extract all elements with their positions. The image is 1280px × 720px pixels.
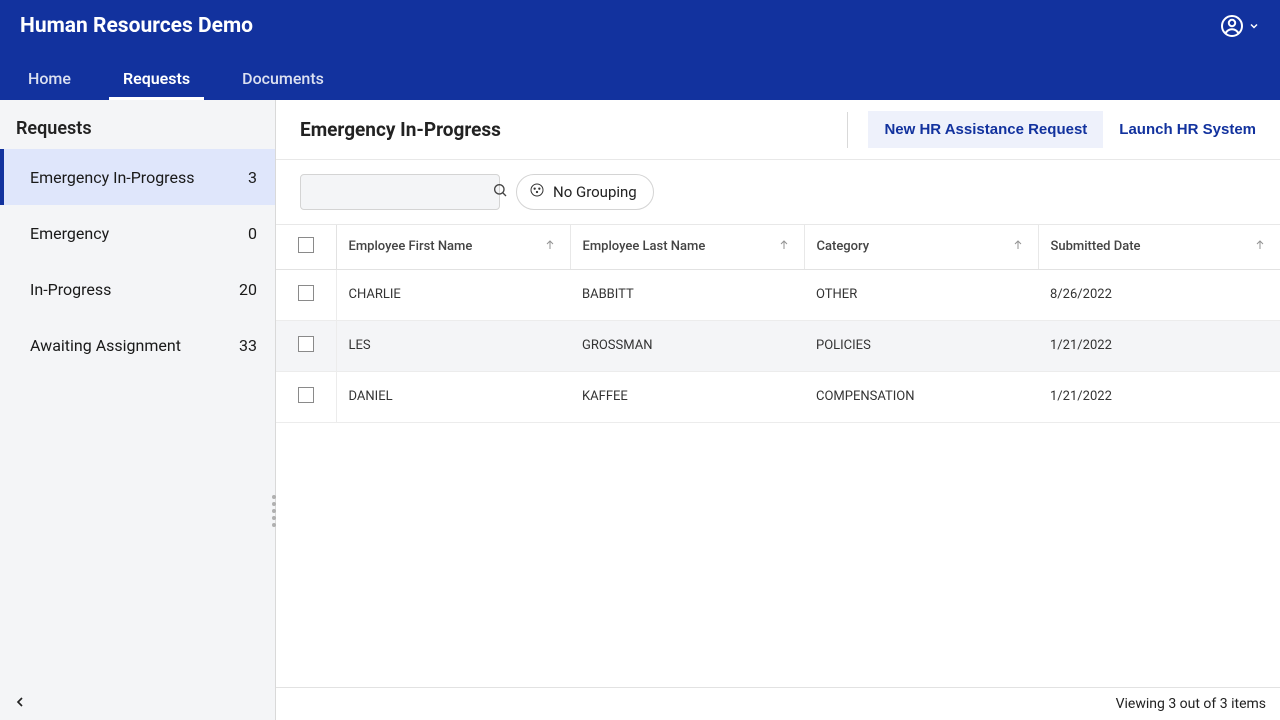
top-bar: Human Resources Demo Home Requests Docum… (0, 0, 1280, 100)
checkbox-icon (298, 237, 314, 253)
row-select[interactable] (276, 371, 336, 422)
col-label: Submitted Date (1051, 239, 1141, 254)
page-title: Emergency In-Progress (300, 118, 847, 141)
nav-documents[interactable]: Documents (242, 69, 324, 100)
sort-asc-icon (778, 239, 790, 255)
cell-first-name: CHARLIE (336, 269, 570, 320)
new-hr-request-button[interactable]: New HR Assistance Request (868, 111, 1103, 148)
sidebar-item-count: 33 (239, 336, 257, 355)
grouping-icon (529, 182, 545, 202)
app-title: Human Resources Demo (20, 14, 1220, 38)
sidebar-item-label: Emergency In-Progress (30, 168, 194, 187)
table-row[interactable]: LES GROSSMAN POLICIES 1/21/2022 (276, 320, 1280, 371)
launch-hr-system-button[interactable]: Launch HR System (1119, 121, 1256, 138)
cell-last-name: GROSSMAN (570, 320, 804, 371)
sidebar-item-emergency[interactable]: Emergency 0 (0, 205, 275, 261)
checkbox-icon (298, 336, 314, 352)
toolbar: No Grouping (276, 160, 1280, 225)
cell-date: 1/21/2022 (1038, 371, 1280, 422)
cell-first-name: LES (336, 320, 570, 371)
col-label: Employee Last Name (583, 239, 706, 254)
search-input[interactable] (311, 184, 492, 200)
sidebar-item-count: 20 (239, 280, 257, 299)
divider (847, 112, 848, 148)
sort-asc-icon (1012, 239, 1024, 255)
user-menu[interactable] (1220, 14, 1260, 38)
checkbox-icon (298, 285, 314, 301)
sort-asc-icon (1254, 239, 1266, 255)
sidebar-item-label: Awaiting Assignment (30, 336, 181, 355)
checkbox-icon (298, 387, 314, 403)
sidebar-resize-handle[interactable] (272, 495, 278, 527)
cell-last-name: BABBITT (570, 269, 804, 320)
sidebar: Requests Emergency In-Progress 3 Emergen… (0, 100, 276, 720)
sidebar-item-label: In-Progress (30, 280, 111, 299)
row-select[interactable] (276, 269, 336, 320)
sidebar-item-count: 3 (248, 168, 257, 187)
col-category[interactable]: Category (804, 225, 1038, 269)
search-box[interactable] (300, 174, 500, 210)
cell-date: 1/21/2022 (1038, 320, 1280, 371)
requests-table: Employee First Name Employee Last Name (276, 225, 1280, 423)
sidebar-title: Requests (0, 100, 275, 149)
sidebar-list: Emergency In-Progress 3 Emergency 0 In-P… (0, 149, 275, 684)
cell-category: POLICIES (804, 320, 1038, 371)
search-icon (492, 182, 508, 202)
sidebar-item-count: 0 (248, 224, 257, 243)
nav-requests[interactable]: Requests (123, 69, 190, 100)
grouping-label: No Grouping (553, 183, 637, 201)
sidebar-item-emergency-in-progress[interactable]: Emergency In-Progress 3 (0, 149, 275, 205)
cell-category: COMPENSATION (804, 371, 1038, 422)
cell-first-name: DANIEL (336, 371, 570, 422)
cell-category: OTHER (804, 269, 1038, 320)
col-label: Employee First Name (349, 239, 473, 254)
chevron-down-icon (1248, 20, 1260, 32)
sidebar-item-label: Emergency (30, 224, 109, 243)
col-last-name[interactable]: Employee Last Name (570, 225, 804, 269)
col-first-name[interactable]: Employee First Name (336, 225, 570, 269)
cell-last-name: KAFFEE (570, 371, 804, 422)
select-all-header[interactable] (276, 225, 336, 269)
table-row[interactable]: DANIEL KAFFEE COMPENSATION 1/21/2022 (276, 371, 1280, 422)
page-header: Emergency In-Progress New HR Assistance … (276, 100, 1280, 160)
table-container: Employee First Name Employee Last Name (276, 225, 1280, 687)
table-footer: Viewing 3 out of 3 items (276, 687, 1280, 720)
main-content: Emergency In-Progress New HR Assistance … (276, 100, 1280, 720)
footer-status: Viewing 3 out of 3 items (1116, 696, 1266, 712)
sidebar-item-in-progress[interactable]: In-Progress 20 (0, 261, 275, 317)
col-submitted-date[interactable]: Submitted Date (1038, 225, 1280, 269)
user-icon (1220, 14, 1244, 38)
sidebar-item-awaiting-assignment[interactable]: Awaiting Assignment 33 (0, 317, 275, 373)
cell-date: 8/26/2022 (1038, 269, 1280, 320)
col-label: Category (817, 239, 870, 254)
nav-home[interactable]: Home (28, 69, 71, 100)
main-nav: Home Requests Documents (0, 52, 1280, 100)
row-select[interactable] (276, 320, 336, 371)
table-row[interactable]: CHARLIE BABBITT OTHER 8/26/2022 (276, 269, 1280, 320)
sidebar-collapse-button[interactable] (0, 684, 275, 720)
sort-asc-icon (544, 239, 556, 255)
grouping-button[interactable]: No Grouping (516, 174, 654, 210)
chevron-left-icon (12, 694, 263, 710)
